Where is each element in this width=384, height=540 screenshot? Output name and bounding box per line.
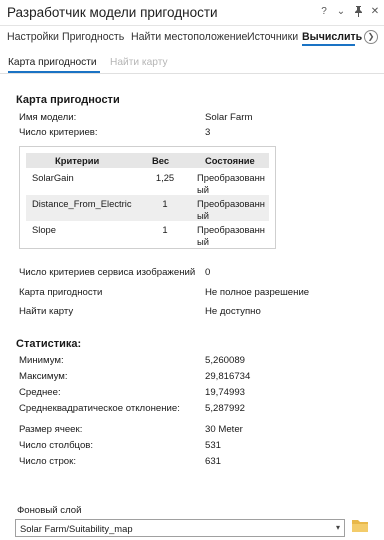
criteria-count-value: 3: [205, 127, 211, 138]
criterion-weight: 1: [162, 224, 168, 235]
criterion-state: Преобразованный: [197, 198, 265, 221]
suitability-heading: Карта пригодности: [16, 94, 120, 106]
min-label: Минимум:: [19, 355, 64, 366]
rows-value: 631: [205, 456, 222, 467]
subtab-suitability-map[interactable]: Карта пригодности: [8, 57, 97, 68]
table-row[interactable]: SolarGain 1,25 Преобразованный: [26, 169, 269, 195]
find-map-label: Найти карту: [19, 306, 74, 317]
criteria-count-label: Число критериев:: [19, 127, 98, 138]
criterion-weight: 1,25: [155, 172, 175, 183]
std-value: 5,287992: [205, 403, 246, 414]
image-service-value: 0: [205, 267, 211, 278]
chevron-down-icon: ▾: [335, 523, 340, 532]
map-status-label: Карта пригодности: [19, 287, 103, 298]
criteria-table: Критерии Вес Состояние SolarGain 1,25 Пр…: [19, 146, 276, 249]
max-label: Максимум:: [19, 371, 68, 382]
header-state: Состояние: [205, 155, 255, 166]
background-layer-value: Solar Farm/Suitability_map: [20, 523, 133, 534]
rows-label: Число строк:: [19, 456, 76, 467]
tab-sources[interactable]: Источники: [247, 31, 298, 43]
criterion-name: SolarGain: [32, 172, 74, 183]
tab-calculate[interactable]: Вычислить: [302, 31, 362, 43]
sub-tabs: Карта пригодности Найти карту: [0, 54, 384, 74]
title-bar-controls: ? ⌄ ✕: [319, 6, 380, 20]
mean-value: 19,74993: [205, 387, 246, 398]
std-label: Среднеквадратическое отклонение:: [19, 403, 180, 414]
menu-icon[interactable]: ⌄: [336, 6, 346, 20]
min-value: 5,260089: [205, 355, 246, 366]
mean-label: Среднее:: [19, 387, 61, 398]
image-service-label: Число критериев сервиса изображений: [19, 267, 196, 278]
criteria-table-header: Критерии Вес Состояние: [26, 153, 269, 168]
header-criteria: Критерии: [55, 155, 100, 166]
background-layer-select[interactable]: Solar Farm/Suitability_map ▾: [15, 519, 345, 537]
model-name-value: Solar Farm: [205, 112, 253, 123]
results-panel: Карта пригодности Имя модели: Solar Farm…: [0, 76, 384, 540]
help-icon[interactable]: ?: [319, 6, 329, 20]
criterion-name: Distance_From_Electric: [32, 198, 132, 209]
main-tabs: Настройки Пригодность Найти местоположен…: [0, 28, 384, 50]
table-row[interactable]: Distance_From_Electric 1 Преобразованный: [26, 195, 269, 221]
more-tabs-icon[interactable]: ❯: [364, 30, 378, 44]
active-subtab-indicator: [8, 71, 100, 73]
header-weight: Вес: [152, 155, 170, 166]
criterion-state: Преобразованный: [197, 172, 265, 195]
table-row[interactable]: Slope 1 Преобразованный: [26, 221, 269, 247]
criterion-state: Преобразованный: [197, 224, 265, 247]
map-status-value: Не полное разрешение: [205, 287, 310, 298]
background-layer-label: Фоновый слой: [17, 505, 82, 516]
pin-icon[interactable]: [353, 6, 363, 20]
model-name-label: Имя модели:: [19, 112, 77, 123]
folder-icon[interactable]: [352, 519, 370, 535]
criterion-name: Slope: [32, 224, 56, 235]
criterion-weight: 1: [162, 198, 168, 209]
columns-value: 531: [205, 440, 222, 451]
tab-suitability[interactable]: Пригодность: [62, 31, 124, 43]
cell-size-label: Размер ячеек:: [19, 424, 83, 435]
tab-settings[interactable]: Настройки: [7, 31, 59, 43]
max-value: 29,816734: [205, 371, 251, 382]
active-tab-indicator: [302, 44, 355, 46]
find-map-value: Не доступно: [205, 306, 261, 317]
columns-label: Число столбцов:: [19, 440, 94, 451]
title-bar: Разработчик модели пригодности ? ⌄ ✕: [0, 0, 384, 26]
subtab-find-map: Найти карту: [110, 57, 168, 68]
statistics-heading: Статистика:: [16, 338, 82, 350]
cell-size-value: 30 Meter: [205, 424, 243, 435]
close-icon[interactable]: ✕: [370, 6, 380, 20]
tab-locate[interactable]: Найти местоположение: [131, 31, 247, 43]
window-title: Разработчик модели пригодности: [7, 5, 218, 20]
